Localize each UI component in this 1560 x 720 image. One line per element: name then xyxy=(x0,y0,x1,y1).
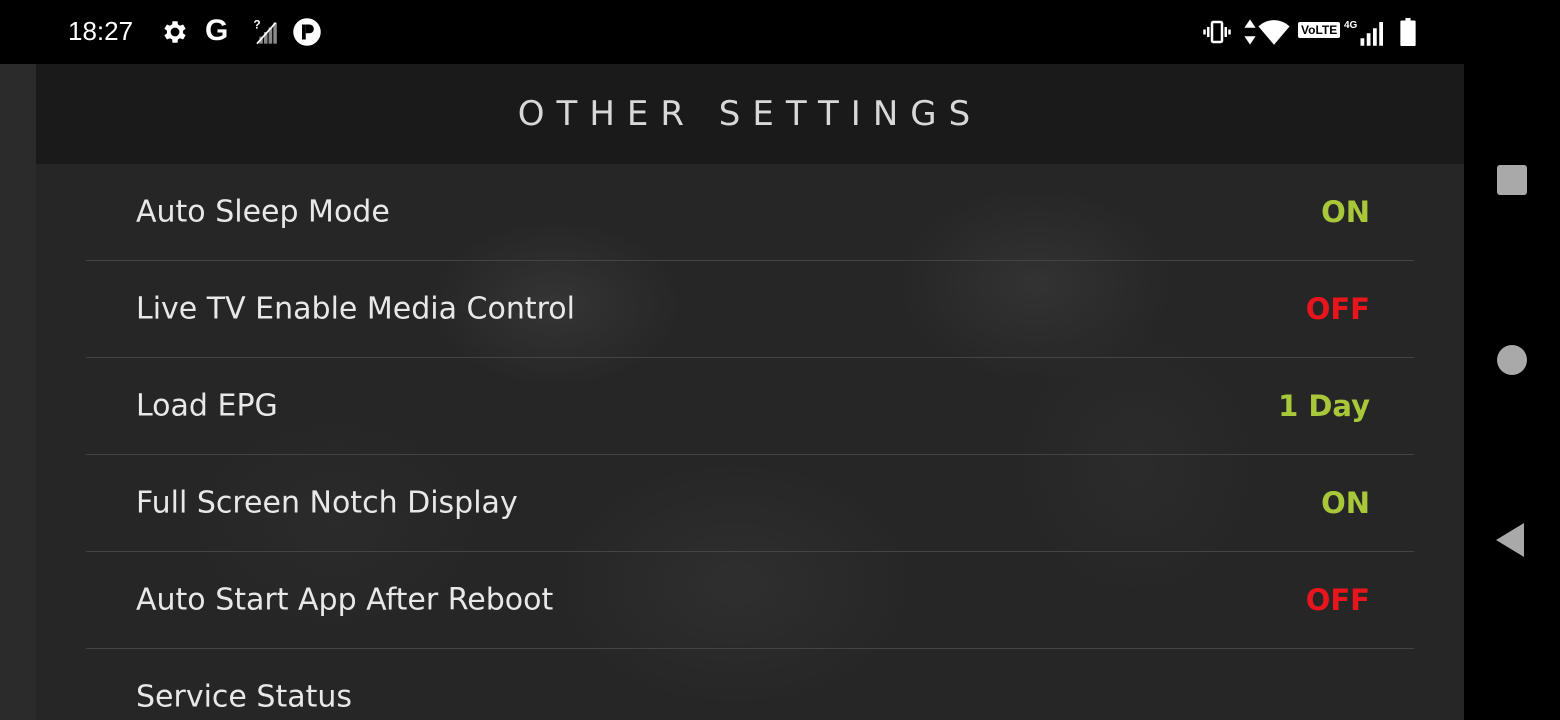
status-time: 18:27 xyxy=(68,16,134,46)
vibrate-icon xyxy=(1202,16,1232,48)
circle-p-icon xyxy=(292,16,322,48)
setting-label: Service Status xyxy=(136,679,353,715)
setting-row-live-tv-media-control[interactable]: Live TV Enable Media Control OFF xyxy=(86,261,1414,358)
setting-row-auto-start-app[interactable]: Auto Start App After Reboot OFF xyxy=(86,552,1414,649)
battery-icon xyxy=(1398,16,1418,48)
page-title: OTHER SETTINGS xyxy=(517,94,983,134)
wifi-icon xyxy=(1257,16,1291,48)
home-circle-icon[interactable] xyxy=(1497,345,1527,375)
no-signal-icon: ? xyxy=(250,16,278,48)
setting-value-toggle[interactable]: OFF xyxy=(1306,583,1370,617)
volte-icon: VoLTE xyxy=(1298,22,1341,38)
signal-icon xyxy=(1358,16,1388,48)
setting-value-select[interactable]: 1 Day xyxy=(1278,389,1370,423)
setting-label: Full Screen Notch Display xyxy=(136,485,518,521)
gear-icon xyxy=(160,16,190,48)
setting-value-toggle[interactable]: OFF xyxy=(1306,292,1370,326)
setting-value-toggle[interactable]: ON xyxy=(1321,486,1370,520)
setting-row-auto-sleep-mode[interactable]: Auto Sleep Mode ON xyxy=(86,164,1414,261)
recents-square-icon[interactable] xyxy=(1497,165,1527,195)
setting-row-full-screen-notch[interactable]: Full Screen Notch Display ON xyxy=(86,455,1414,552)
setting-label: Load EPG xyxy=(136,388,278,424)
setting-label: Live TV Enable Media Control xyxy=(136,291,575,327)
back-triangle-icon[interactable] xyxy=(1496,523,1524,557)
setting-label: Auto Sleep Mode xyxy=(136,194,390,230)
setting-row-service-status[interactable]: Service Status xyxy=(86,649,1414,720)
data-arrows-icon xyxy=(1242,16,1258,48)
status-bar: 18:27 G ? VoLTE 4G xyxy=(0,0,1560,64)
setting-label: Auto Start App After Reboot xyxy=(136,582,554,618)
google-icon: G xyxy=(205,14,229,47)
page-header: OTHER SETTINGS xyxy=(36,64,1464,164)
network-type-label: 4G xyxy=(1344,20,1358,31)
svg-text:?: ? xyxy=(254,19,261,32)
settings-panel: OTHER SETTINGS Auto Sleep Mode ON Live T… xyxy=(36,64,1464,720)
left-edge-strip xyxy=(0,64,36,720)
setting-row-load-epg[interactable]: Load EPG 1 Day xyxy=(86,358,1414,455)
setting-value-toggle[interactable]: ON xyxy=(1321,195,1370,229)
